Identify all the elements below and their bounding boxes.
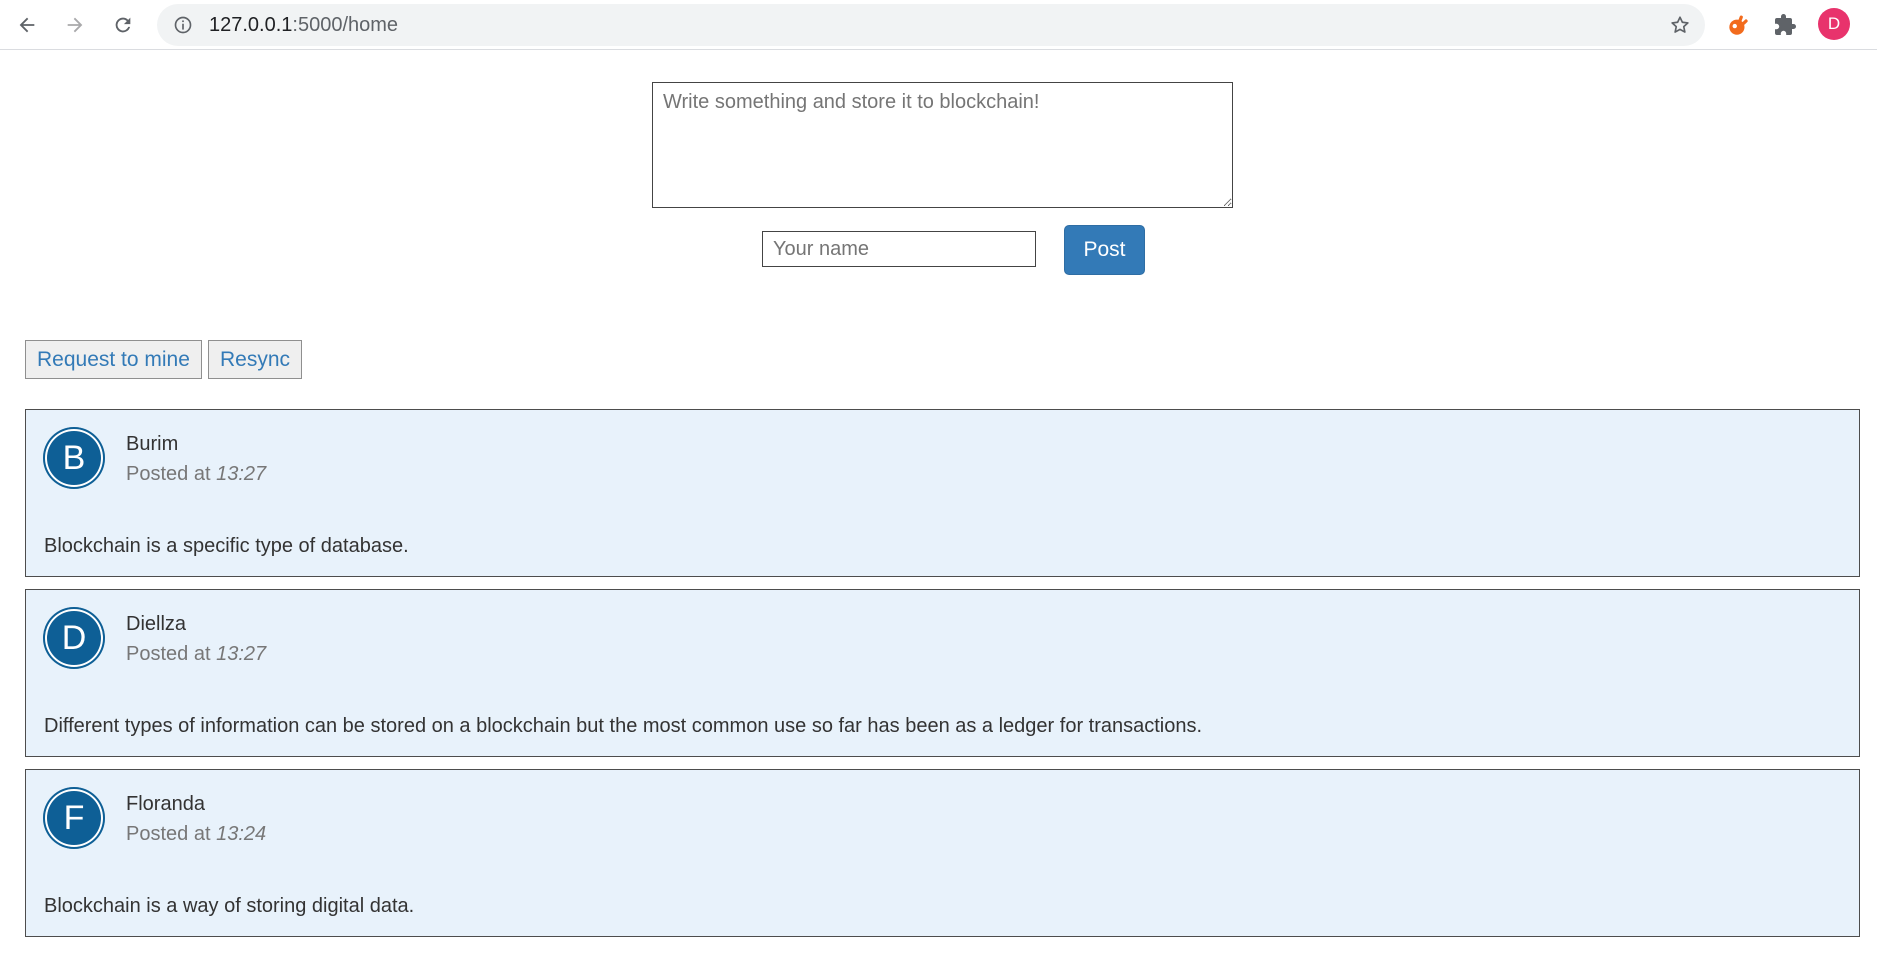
- puzzle-icon[interactable]: [1770, 10, 1800, 40]
- post-card: D Diellza Posted at 13:27 Different type…: [25, 589, 1860, 757]
- post-button[interactable]: Post: [1064, 225, 1145, 275]
- url-text[interactable]: 127.0.0.1:5000/home: [209, 15, 398, 35]
- request-to-mine-button[interactable]: Request to mine: [25, 340, 202, 379]
- resync-button[interactable]: Resync: [208, 340, 303, 379]
- arrow-left-icon: [19, 17, 35, 33]
- post-author: Diellza: [126, 613, 187, 635]
- avatar: F: [43, 787, 105, 849]
- post-card: B Burim Posted at 13:27 Blockchain is a …: [25, 409, 1860, 577]
- forward-button[interactable]: [58, 8, 92, 42]
- post-time-value: 13:27: [216, 643, 267, 665]
- back-button[interactable]: [10, 8, 44, 42]
- avatar: B: [43, 427, 105, 489]
- avatar: D: [43, 607, 105, 669]
- star-icon[interactable]: [1669, 14, 1691, 36]
- posted-at-label: Posted at: [126, 463, 211, 485]
- post-timestamp: Posted at 13:24: [126, 823, 266, 846]
- post-content-textarea[interactable]: [652, 82, 1233, 208]
- post-timestamp: Posted at 13:27: [126, 463, 266, 486]
- info-icon[interactable]: [173, 15, 193, 35]
- address-bar[interactable]: 127.0.0.1:5000/home: [157, 4, 1705, 46]
- post-author: Floranda: [126, 793, 205, 815]
- author-name-input[interactable]: [762, 231, 1036, 267]
- reload-icon: [115, 17, 131, 33]
- posted-at-label: Posted at: [126, 643, 211, 665]
- post-content: Blockchain is a specific type of databas…: [44, 535, 409, 557]
- post-card: F Floranda Posted at 13:24 Blockchain is…: [25, 769, 1860, 937]
- post-author: Burim: [126, 433, 179, 455]
- arrow-right-icon: [67, 17, 83, 33]
- url-host: 127.0.0.1: [209, 14, 293, 36]
- reload-button[interactable]: [106, 8, 140, 42]
- browser-toolbar: 127.0.0.1:5000/home D: [0, 0, 1877, 50]
- post-content: Different types of information can be st…: [44, 715, 1203, 737]
- post-content: Blockchain is a way of storing digital d…: [44, 895, 415, 917]
- extension-hand-icon[interactable]: [1723, 10, 1753, 40]
- post-timestamp: Posted at 13:27: [126, 643, 266, 666]
- url-path: :5000/home: [292, 14, 399, 36]
- profile-avatar[interactable]: D: [1818, 8, 1850, 40]
- posted-at-label: Posted at: [126, 823, 211, 845]
- post-time-value: 13:24: [216, 823, 267, 845]
- post-time-value: 13:27: [216, 463, 267, 485]
